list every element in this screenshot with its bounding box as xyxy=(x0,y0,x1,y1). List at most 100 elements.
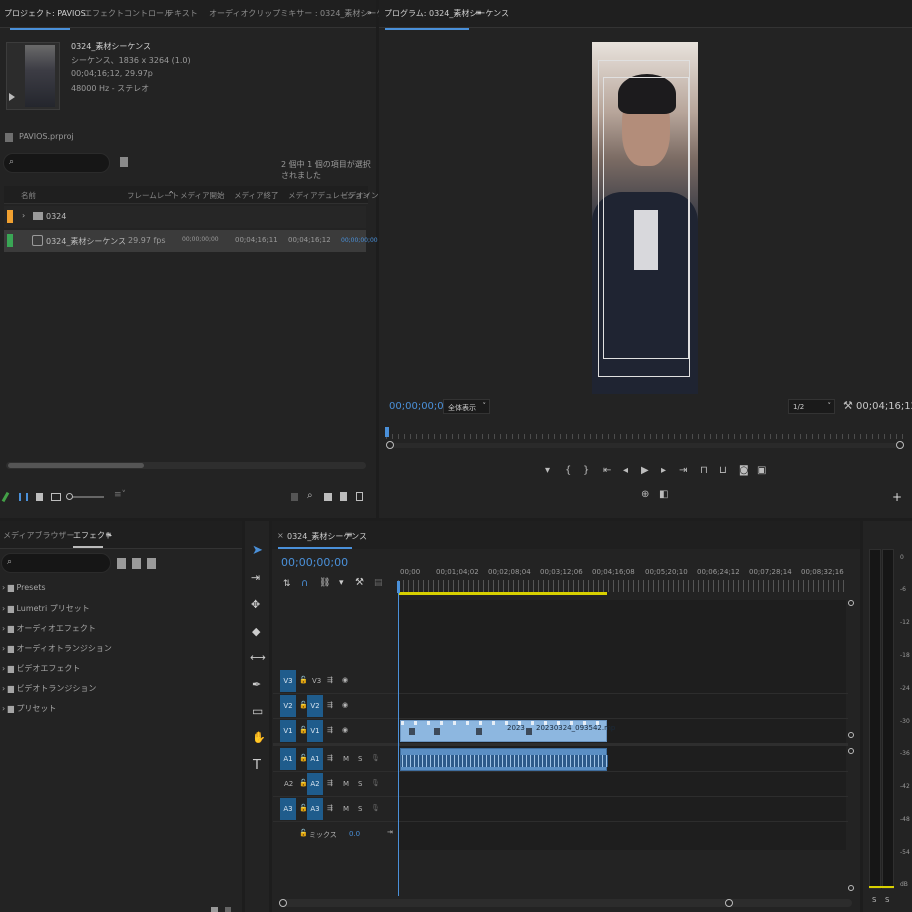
tab-text[interactable]: テキスト xyxy=(166,8,198,19)
track-target-a1[interactable]: A1 xyxy=(307,748,323,770)
source-patch-a2[interactable]: A2 xyxy=(284,780,293,788)
panel-overflow-icon[interactable]: » xyxy=(367,8,372,17)
extract-icon[interactable]: ⊔ xyxy=(719,465,727,476)
list-item[interactable]: › 0324 xyxy=(4,206,366,228)
clear-trash-icon[interactable] xyxy=(356,492,363,501)
eye-icon[interactable]: ◉ xyxy=(342,701,348,709)
effects-folder-presets[interactable]: › ▆ Presets xyxy=(2,583,46,592)
label-color-swatch[interactable] xyxy=(7,210,13,223)
icon-view-icon[interactable] xyxy=(36,493,43,501)
sync-lock-icon[interactable]: ⇶ xyxy=(327,701,333,709)
export-frame-icon[interactable]: ◙ xyxy=(739,465,749,476)
sync-lock-icon[interactable]: ⇶ xyxy=(327,804,333,812)
solo-button[interactable]: S xyxy=(358,780,362,788)
mark-in-icon[interactable]: { xyxy=(565,465,571,476)
type-tool-icon[interactable]: T xyxy=(253,758,261,773)
solo-right-button[interactable]: S xyxy=(885,896,889,904)
track-select-tool-icon[interactable]: ⇥ xyxy=(251,571,260,584)
work-area-bar[interactable] xyxy=(398,592,607,595)
source-patch-a3[interactable]: A3 xyxy=(280,798,296,820)
go-to-out-icon[interactable]: ⇥ xyxy=(679,465,687,476)
col-media-start[interactable]: メディア開始 xyxy=(180,190,224,201)
add-marker-icon[interactable]: ▾ xyxy=(545,465,550,476)
microphone-icon[interactable]: 🎙 xyxy=(371,804,380,812)
razor-tool-icon[interactable]: ◆ xyxy=(252,625,260,638)
track-target-a2[interactable]: A2 xyxy=(307,773,323,795)
track-target-a3[interactable]: A3 xyxy=(307,798,323,820)
sync-lock-icon[interactable]: ⇶ xyxy=(327,779,333,787)
col-video-in[interactable]: ビデオイン xyxy=(341,190,379,201)
effects-folder-audio-effects[interactable]: › ▆ オーディオエフェクト xyxy=(2,623,96,634)
find-icon[interactable]: ⌕ xyxy=(307,490,313,501)
snap-icon[interactable]: ∩ xyxy=(301,578,308,589)
track-target-v1[interactable]: V1 xyxy=(307,720,323,742)
new-custom-bin-icon[interactable] xyxy=(211,907,218,912)
32bit-effects-icon[interactable] xyxy=(132,558,141,569)
lock-icon[interactable]: 🔓 xyxy=(299,829,308,837)
timeline-horizontal-scrollbar[interactable] xyxy=(279,899,852,907)
timeline-settings-wrench-icon[interactable]: ⚒ xyxy=(355,577,364,588)
source-patch-v3[interactable]: V3 xyxy=(280,670,296,692)
lock-icon[interactable]: 🔓 xyxy=(299,676,308,684)
effects-folder-video-effects[interactable]: › ▆ ビデオエフェクト xyxy=(2,663,80,674)
step-forward-icon[interactable]: ▸ xyxy=(661,465,666,476)
timeline-audio-scrollbar[interactable] xyxy=(848,748,854,893)
sync-lock-icon[interactable]: ⇶ xyxy=(327,754,333,762)
new-search-bin-icon[interactable] xyxy=(120,157,128,167)
add-marker-icon[interactable]: ▾ xyxy=(339,578,344,588)
track-target-v2[interactable]: V2 xyxy=(307,695,323,717)
captions-icon[interactable]: ▤ xyxy=(374,578,383,588)
resolution-select[interactable]: 1/2 ˅ xyxy=(788,399,835,414)
sync-lock-icon[interactable]: ⇶ xyxy=(327,676,333,684)
list-item-selected[interactable]: 0324_素材シーケンス 29.97 fps 00;00;00;00 00;04… xyxy=(4,230,378,252)
col-name[interactable]: 名前 xyxy=(21,190,36,201)
col-media-end[interactable]: メディア終了 xyxy=(234,190,278,201)
play-icon[interactable]: ▶ xyxy=(641,465,649,476)
comparison-view-icon[interactable]: ▣ xyxy=(757,465,766,476)
program-time-ruler[interactable] xyxy=(386,427,904,439)
go-to-in-icon[interactable]: ⇤ xyxy=(603,465,611,476)
effects-search-input[interactable]: ⌕ xyxy=(1,553,111,573)
yuv-effects-icon[interactable] xyxy=(147,558,156,569)
microphone-icon[interactable]: 🎙 xyxy=(371,754,380,762)
timeline-vertical-scrollbar[interactable] xyxy=(848,600,854,740)
pen-tool-icon[interactable]: ✒ xyxy=(252,678,261,691)
mark-out-icon[interactable]: } xyxy=(583,465,589,476)
timeline-timecode[interactable]: 00;00;00;00 xyxy=(281,556,348,569)
solo-left-button[interactable]: S xyxy=(872,896,876,904)
wrench-icon[interactable]: ⚒ xyxy=(843,399,853,412)
program-playhead[interactable] xyxy=(385,427,389,437)
effects-folder-lumetri[interactable]: › ▆ Lumetri プリセット xyxy=(2,603,90,614)
timeline-playhead[interactable] xyxy=(397,581,400,593)
source-patch-a1[interactable]: A1 xyxy=(280,748,296,770)
effects-folder-user-presets[interactable]: › ▆ プリセット xyxy=(2,703,56,714)
ripple-edit-tool-icon[interactable]: ✥ xyxy=(251,598,260,611)
timeline-ruler-ticks[interactable] xyxy=(398,580,846,592)
panel-menu-icon[interactable]: ≡ xyxy=(105,530,112,539)
step-back-icon[interactable]: ◂ xyxy=(623,465,628,476)
delete-icon[interactable] xyxy=(225,907,231,912)
close-tab-icon[interactable]: × xyxy=(277,531,284,540)
project-search-input[interactable]: ⌕ xyxy=(3,153,110,173)
label-color-swatch[interactable] xyxy=(7,234,13,247)
solo-button[interactable]: S xyxy=(358,805,362,813)
freeform-view-icon[interactable] xyxy=(51,493,61,501)
linked-selection-icon[interactable]: ⛓ xyxy=(319,578,330,588)
mute-button[interactable]: M xyxy=(343,755,349,763)
add-button-icon[interactable]: + xyxy=(892,490,902,504)
program-zoom-bar[interactable] xyxy=(386,441,904,449)
pencil-icon[interactable] xyxy=(1,491,10,503)
mix-volume-value[interactable]: 0.0 xyxy=(349,830,360,838)
microphone-icon[interactable]: 🎙 xyxy=(371,779,380,787)
source-patch-v2[interactable]: V2 xyxy=(280,695,296,717)
go-to-end-icon[interactable]: ⇥ xyxy=(387,828,393,836)
program-timecode[interactable]: 00;00;00;00 xyxy=(389,401,450,412)
effects-folder-video-transitions[interactable]: › ▆ ビデオトランジション xyxy=(2,683,96,694)
slip-tool-icon[interactable]: ⟷ xyxy=(250,651,266,664)
audio-clip[interactable] xyxy=(400,748,608,771)
zoom-select[interactable]: 全体表示 ˅ xyxy=(443,399,490,414)
zoom-slider[interactable] xyxy=(66,493,104,500)
panel-menu-icon[interactable]: ≡ xyxy=(346,530,353,539)
list-view-icon[interactable] xyxy=(19,493,28,501)
tab-program[interactable]: プログラム: 0324_素材シーケンス xyxy=(384,8,509,19)
